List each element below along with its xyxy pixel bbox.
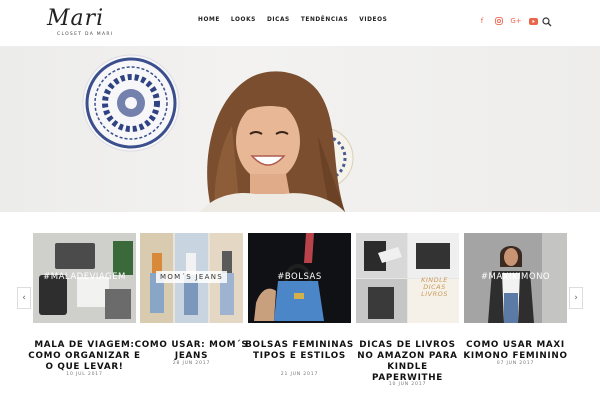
post-date: 28 JUN 2017 bbox=[172, 361, 211, 366]
post-title[interactable]: COMO USAR: MOM´S JEANS bbox=[134, 340, 249, 362]
post-tag: #BOLSAS bbox=[277, 272, 322, 282]
search-icon[interactable] bbox=[542, 17, 552, 27]
logo[interactable]: Mari bbox=[47, 6, 104, 31]
carousel-prev-button[interactable]: ‹ bbox=[17, 287, 31, 309]
carousel-next-button[interactable]: › bbox=[569, 287, 583, 309]
logo-subtitle: CLOSET DA MARI bbox=[57, 32, 114, 37]
post-date: 07 JUN 2017 bbox=[496, 361, 535, 366]
post-tag: KINDLE DICAS LIVROS bbox=[421, 276, 448, 298]
chevron-left-icon: ‹ bbox=[22, 293, 26, 303]
post-date: 10 JUL 2017 bbox=[66, 372, 103, 377]
post-thumbnail[interactable]: MOM´S JEANS bbox=[140, 233, 243, 323]
post-title[interactable]: MALA DE VIAGEM: COMO ORGANIZAR E O QUE L… bbox=[27, 340, 142, 373]
post-date: 21 JUN 2017 bbox=[280, 372, 319, 377]
post-tag: #MAXIKIMONO bbox=[480, 272, 551, 282]
post-tag: #MALADEVIAGEM bbox=[43, 272, 126, 282]
post-thumbnail[interactable]: #MALADEVIAGEM bbox=[33, 233, 136, 323]
social-links: f G+ bbox=[477, 16, 538, 26]
post-tag-wrap: MOM´S JEANS bbox=[140, 271, 243, 283]
hero-image bbox=[82, 54, 354, 212]
post-date: 10 JUN 2017 bbox=[388, 382, 427, 387]
post-carousel: ‹ › #MALADEVIAGEM MALA DE VIAGEM: COMO O… bbox=[0, 230, 600, 400]
site-header: Mari CLOSET DA MARI HOME LOOKS DICAS TEN… bbox=[0, 0, 600, 46]
google-plus-icon[interactable]: G+ bbox=[510, 16, 521, 26]
youtube-icon[interactable] bbox=[528, 16, 538, 26]
main-nav: HOME LOOKS DICAS TENDÊNCIAS VIDEOS bbox=[198, 17, 387, 23]
post-title[interactable]: DICAS DE LIVROS NO AMAZON PARA KINDLE PA… bbox=[350, 340, 465, 384]
nav-videos[interactable]: VIDEOS bbox=[359, 17, 387, 23]
nav-looks[interactable]: LOOKS bbox=[231, 17, 256, 23]
post-thumbnail[interactable]: #MAXIKIMONO bbox=[464, 233, 567, 323]
post-thumbnail[interactable]: KINDLE DICAS LIVROS bbox=[356, 233, 459, 323]
chevron-right-icon: › bbox=[574, 293, 578, 303]
post-thumbnail[interactable]: #BOLSAS bbox=[248, 233, 351, 323]
hero-banner[interactable] bbox=[0, 46, 600, 212]
instagram-icon[interactable] bbox=[494, 16, 504, 26]
nav-tendencias[interactable]: TENDÊNCIAS bbox=[301, 17, 348, 23]
nav-dicas[interactable]: DICAS bbox=[267, 17, 290, 23]
post-tag: MOM´S JEANS bbox=[155, 271, 227, 283]
plate-decoration bbox=[82, 54, 180, 152]
post-title[interactable]: BOLSAS FEMININAS TIPOS E ESTILOS bbox=[242, 340, 357, 362]
nav-home[interactable]: HOME bbox=[198, 17, 220, 23]
post-title[interactable]: COMO USAR MAXI KIMONO FEMININO bbox=[458, 340, 573, 362]
facebook-icon[interactable]: f bbox=[477, 16, 487, 26]
